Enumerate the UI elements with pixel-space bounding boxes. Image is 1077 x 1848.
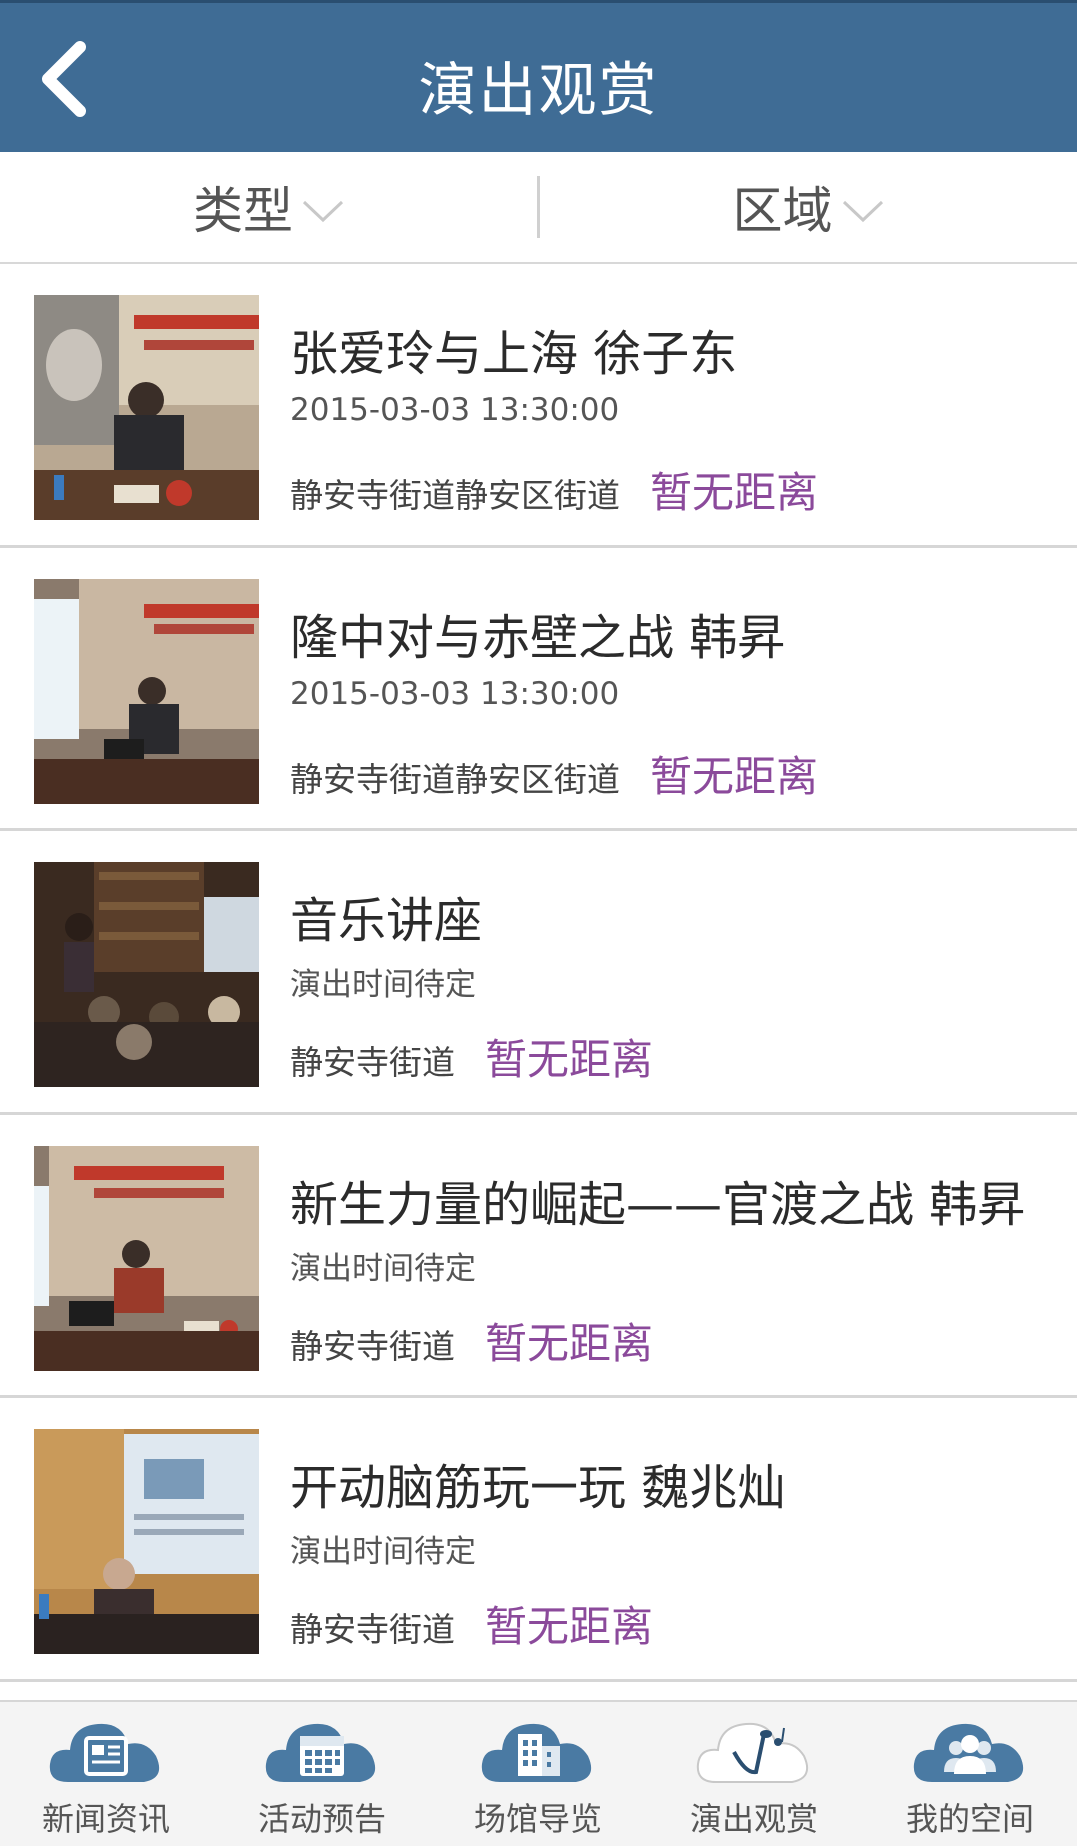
event-meta: 静安寺街道静安区街道 暂无距离 <box>290 743 818 804</box>
event-list: 张爱玲与上海 徐子东 2015-03-03 13:30:00 静安寺街道静安区街… <box>0 264 1077 1682</box>
page-title: 演出观赏 <box>418 56 659 124</box>
event-title: 开动脑筋玩一玩 魏兆灿 <box>290 1460 786 1516</box>
nav-item-news[interactable]: 新闻资讯 <box>6 1712 206 1848</box>
event-thumbnail <box>34 862 259 1087</box>
type-filter-dropdown[interactable]: 类型 <box>0 152 538 262</box>
event-meta: 静安寺街道 暂无距离 <box>290 1026 653 1087</box>
event-location: 静安寺街道 <box>290 1610 455 1649</box>
event-meta: 静安寺街道 暂无距离 <box>290 1593 653 1654</box>
event-thumbnail <box>34 1429 259 1654</box>
newspaper-icon <box>49 1723 160 1782</box>
event-location: 静安寺街道 <box>290 1043 455 1082</box>
nav-item-my-space[interactable]: 我的空间 <box>870 1712 1070 1848</box>
event-distance: 暂无距离 <box>485 1318 654 1368</box>
nav-item-performances[interactable]: 演出观赏 <box>654 1712 854 1848</box>
type-filter-label: 类型 <box>193 182 293 240</box>
calendar-icon <box>265 1723 376 1782</box>
chevron-down-icon <box>842 200 883 223</box>
event-distance: 暂无距离 <box>485 1035 654 1084</box>
nav-item-venues[interactable]: 场馆导览 <box>438 1712 638 1848</box>
bottom-nav: 新闻资讯 活动预告 场馆导览 演出观赏 我的空间 <box>0 1700 1077 1846</box>
nav-label: 场馆导览 <box>473 1800 602 1838</box>
event-list-item[interactable]: 新生力量的崛起——官渡之战 韩昇 演出时间待定 静安寺街道 暂无距离 <box>0 1114 1077 1398</box>
filter-bar: 类型 区域 <box>0 152 1077 264</box>
event-distance: 暂无距离 <box>650 468 819 517</box>
app-header: 演出观赏 <box>0 0 1077 152</box>
event-list-item[interactable]: 张爱玲与上海 徐子东 2015-03-03 13:30:00 静安寺街道静安区街… <box>0 264 1077 548</box>
event-title: 张爱玲与上海 徐子东 <box>290 326 738 382</box>
event-distance: 暂无距离 <box>650 751 819 801</box>
event-time: 演出时间待定 <box>290 1534 476 1570</box>
event-time: 2015-03-03 13:30:00 <box>290 392 620 428</box>
event-location: 静安寺街道静安区街道 <box>290 476 620 515</box>
nav-label: 新闻资讯 <box>41 1800 170 1838</box>
event-time: 演出时间待定 <box>290 1250 476 1287</box>
building-icon <box>481 1723 592 1782</box>
event-time: 演出时间待定 <box>290 967 476 1003</box>
nav-label: 活动预告 <box>257 1800 386 1838</box>
area-filter-label: 区域 <box>732 182 833 240</box>
event-location: 静安寺街道静安区街道 <box>290 759 620 799</box>
event-distance: 暂无距离 <box>485 1602 654 1651</box>
event-thumbnail <box>34 1145 259 1371</box>
event-title: 隆中对与赤壁之战 韩昇 <box>290 609 786 666</box>
chevron-down-icon <box>302 200 344 223</box>
nav-label: 我的空间 <box>905 1800 1034 1838</box>
event-location: 静安寺街道 <box>290 1326 455 1366</box>
event-time: 2015-03-03 13:30:00 <box>290 675 620 712</box>
music-note-icon <box>696 1722 808 1783</box>
event-list-item[interactable]: 音乐讲座 演出时间待定 静安寺街道 暂无距离 <box>0 831 1077 1115</box>
event-thumbnail <box>34 295 259 520</box>
event-meta: 静安寺街道静安区街道 暂无距离 <box>290 459 818 520</box>
event-thumbnail <box>34 578 259 804</box>
event-title: 新生力量的崛起——官渡之战 韩昇 <box>290 1176 1026 1233</box>
users-icon <box>913 1723 1024 1782</box>
event-title: 音乐讲座 <box>290 893 483 949</box>
nav-item-events[interactable]: 活动预告 <box>222 1712 422 1848</box>
event-list-item[interactable]: 隆中对与赤壁之战 韩昇 2015-03-03 13:30:00 静安寺街道静安区… <box>0 547 1077 831</box>
area-filter-dropdown[interactable]: 区域 <box>540 152 1077 262</box>
event-list-item[interactable]: 开动脑筋玩一玩 魏兆灿 演出时间待定 静安寺街道 暂无距离 <box>0 1398 1077 1682</box>
event-meta: 静安寺街道 暂无距离 <box>290 1310 653 1371</box>
nav-label: 演出观赏 <box>689 1800 818 1838</box>
